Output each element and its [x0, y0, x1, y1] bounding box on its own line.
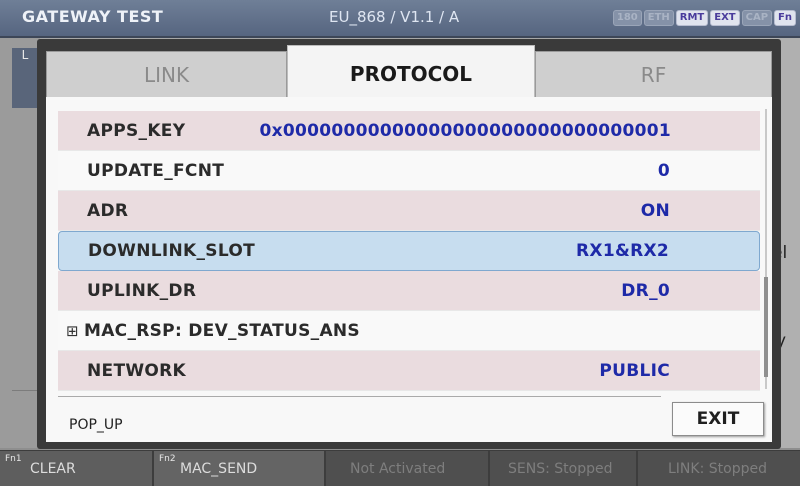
softkey-not-activated[interactable]: Not Activated	[326, 451, 490, 486]
popup-status-label: POP_UP	[69, 417, 123, 433]
parameter-list: APPS_KEY 0x00000000000000000000000000000…	[58, 111, 760, 391]
softkey-label: MAC_SEND	[180, 461, 258, 477]
row-value: 0	[657, 160, 670, 181]
app-title: GATEWAY TEST	[22, 7, 164, 26]
status-badge-rmt: RMT	[675, 10, 709, 26]
row-value: ON	[640, 200, 670, 221]
row-update-fcnt[interactable]: UPDATE_FCNT 0	[58, 151, 760, 191]
row-label: UPLINK_DR	[87, 280, 197, 301]
row-network[interactable]: NETWORK PUBLIC	[58, 351, 760, 391]
softkey-label: LINK: Stopped	[668, 461, 767, 477]
background-left-box: L	[12, 48, 38, 108]
row-label: UPDATE_FCNT	[87, 160, 225, 181]
softkey-label: CLEAR	[30, 461, 76, 477]
exit-button[interactable]: EXIT	[672, 402, 764, 436]
fn-key-label: Fn2	[159, 454, 176, 464]
mode-indicator: EU_868 / V1.1 / A	[329, 8, 460, 26]
expand-icon[interactable]: ⊞	[66, 322, 79, 340]
status-badge-cap: CAP	[741, 10, 773, 26]
status-badges: 180 ETH RMT EXT CAP Fn	[612, 10, 796, 26]
softkey-label: Not Activated	[350, 461, 446, 477]
row-value: RX1&RX2	[576, 241, 669, 261]
panel-divider	[58, 396, 661, 397]
row-value: DR_0	[621, 280, 670, 301]
protocol-panel: APPS_KEY 0x00000000000000000000000000000…	[46, 97, 772, 442]
row-label: ADR	[87, 200, 129, 221]
softkey-mac-send[interactable]: Fn2 MAC_SEND	[154, 451, 326, 486]
status-badge-ext: EXT	[710, 10, 740, 26]
scrollbar-thumb[interactable]	[764, 277, 768, 377]
status-badge-fn: Fn	[774, 10, 796, 26]
row-label: NETWORK	[87, 360, 187, 381]
softkey-clear[interactable]: Fn1 CLEAR	[0, 451, 154, 486]
title-bar: GATEWAY TEST EU_868 / V1.1 / A 180 ETH R…	[0, 0, 800, 38]
row-value: 0x00000000000000000000000000000001	[259, 120, 671, 141]
row-value: PUBLIC	[599, 360, 670, 381]
row-label: DOWNLINK_SLOT	[88, 241, 256, 261]
softkey-sens-status[interactable]: SENS: Stopped	[490, 451, 638, 486]
status-badge-eth: ETH	[643, 10, 674, 26]
row-downlink-slot[interactable]: DOWNLINK_SLOT RX1&RX2	[58, 231, 760, 271]
settings-popup: LINK PROTOCOL RF APPS_KEY 0x000000000000…	[37, 39, 781, 449]
row-uplink-dr[interactable]: UPLINK_DR DR_0	[58, 271, 760, 311]
row-label: MAC_RSP: DEV_STATUS_ANS	[84, 320, 360, 341]
tab-protocol[interactable]: PROTOCOL	[287, 45, 535, 101]
softkey-bar: Fn1 CLEAR Fn2 MAC_SEND Not Activated SEN…	[0, 450, 800, 486]
row-apps-key[interactable]: APPS_KEY 0x00000000000000000000000000000…	[58, 111, 760, 151]
fn-key-label: Fn1	[5, 454, 22, 464]
tab-link[interactable]: LINK	[46, 51, 287, 99]
tab-bar: LINK PROTOCOL RF	[46, 45, 772, 101]
status-badge-180: 180	[612, 10, 642, 26]
row-label: APPS_KEY	[87, 120, 186, 141]
softkey-link-status[interactable]: LINK: Stopped	[638, 451, 800, 486]
row-adr[interactable]: ADR ON	[58, 191, 760, 231]
softkey-label: SENS: Stopped	[508, 461, 613, 477]
tab-rf[interactable]: RF	[535, 51, 772, 99]
row-mac-rsp[interactable]: ⊞ MAC_RSP: DEV_STATUS_ANS	[58, 311, 760, 351]
